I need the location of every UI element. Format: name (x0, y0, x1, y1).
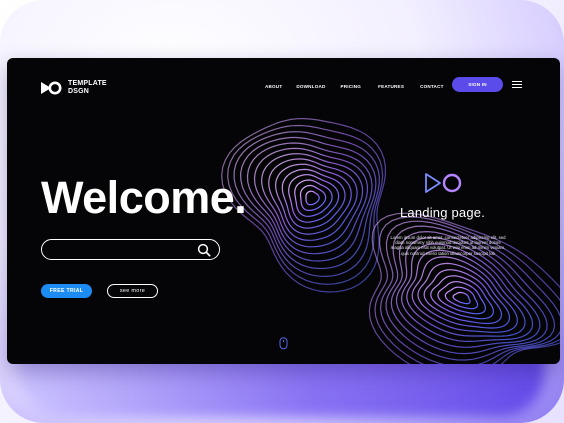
nav-about[interactable]: ABOUT (265, 84, 282, 89)
free-trial-button[interactable]: FREE TRIAL (41, 284, 92, 298)
contour-line (260, 153, 364, 248)
contour-line (299, 184, 327, 212)
play-circle-logo-icon (425, 173, 462, 193)
nav-pricing[interactable]: PRICING (341, 84, 362, 89)
see-more-button[interactable]: see more (107, 284, 158, 298)
side-title: Landing page. (400, 205, 486, 220)
search-icon[interactable] (197, 243, 211, 257)
nav-contact[interactable]: CONTACT (420, 84, 444, 89)
contour-line (444, 286, 479, 310)
mouse-scroll-icon[interactable] (279, 337, 288, 350)
search-box[interactable] (41, 239, 220, 260)
brand-name: TEMPLATE DSGN (68, 80, 107, 95)
contour-line (281, 168, 346, 229)
nav-download[interactable]: DOWNLOAD (296, 84, 325, 89)
contour-line (452, 291, 471, 305)
sign-in-button[interactable]: SIGN IN (452, 77, 503, 92)
hamburger-menu-icon[interactable] (512, 81, 524, 89)
brand-logo[interactable]: TEMPLATE DSGN (41, 80, 107, 95)
contour-line (239, 136, 377, 270)
contour-line (305, 190, 320, 206)
brand-name-line1: TEMPLATE (68, 80, 107, 87)
top-navigation: ABOUT DOWNLOAD PRICING FEATURES CONTACT (265, 84, 444, 89)
nav-features[interactable]: FEATURES (378, 84, 404, 89)
play-circle-logo-icon (41, 81, 62, 94)
contour-line (274, 163, 352, 235)
side-paragraph: Lorem ipsum dolor sit amet, consectetuer… (390, 235, 506, 256)
search-input[interactable] (52, 243, 196, 259)
landing-page-screen: TEMPLATE DSGN ABOUT DOWNLOAD PRICING FEA… (7, 58, 560, 364)
hero-headline: Welcome. (41, 172, 247, 223)
brand-name-line2: DSGN (68, 87, 90, 95)
